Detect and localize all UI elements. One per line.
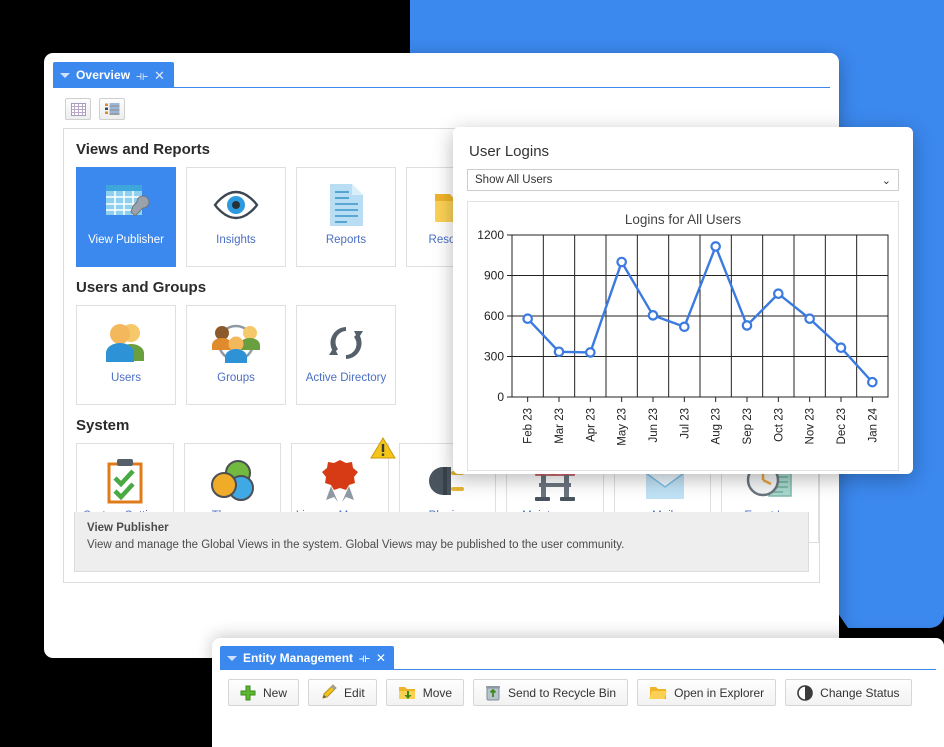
move-folder-icon <box>398 687 415 699</box>
svg-text:0: 0 <box>497 390 504 404</box>
svg-text:600: 600 <box>484 309 504 323</box>
tile-active-directory[interactable]: Active Directory <box>296 305 396 405</box>
description-title: View Publisher <box>87 522 169 534</box>
svg-text:Apr 23: Apr 23 <box>585 408 597 442</box>
eye-icon <box>212 179 260 231</box>
tab-overview[interactable]: Overview ⟛ ✕ <box>53 62 174 88</box>
warning-badge <box>369 436 396 465</box>
groups-icon <box>210 317 262 369</box>
tab-entity-management-label: Entity Management <box>243 651 354 665</box>
svg-text:Aug 23: Aug 23 <box>711 408 723 444</box>
svg-text:300: 300 <box>484 350 504 364</box>
description-panel: View Publisher View and manage the Globa… <box>74 512 809 572</box>
move-button[interactable]: Move <box>385 679 465 706</box>
tab-overview-label: Overview <box>76 68 131 82</box>
move-button-label: Move <box>422 685 453 700</box>
main-tabstrip: Overview ⟛ ✕ <box>53 62 830 88</box>
sync-arrows-icon <box>324 317 368 369</box>
tile-reports[interactable]: Reports <box>296 167 396 267</box>
list-icon <box>104 103 119 114</box>
svg-text:Mar 23: Mar 23 <box>554 408 566 444</box>
plus-green-icon <box>240 685 256 700</box>
tile-label: Groups <box>217 372 255 384</box>
screenshot-stage: Overview ⟛ ✕ Views and Reports View Publ… <box>0 0 944 747</box>
grid-view-button[interactable] <box>65 98 91 120</box>
tile-view-publisher[interactable]: View Publisher <box>76 167 176 267</box>
new-button-label: New <box>263 685 288 700</box>
caret-down-icon[interactable] <box>227 655 237 661</box>
pencil-icon <box>322 684 337 699</box>
entity-management-window: Entity Management ⟛ ✕ New Edit Move Send… <box>212 638 944 747</box>
svg-text:Jul 23: Jul 23 <box>679 408 691 439</box>
send-to-recycle-bin-button[interactable]: Send to Recycle Bin <box>473 679 629 706</box>
tile-label: Active Directory <box>305 372 387 384</box>
svg-text:Feb 23: Feb 23 <box>523 408 535 444</box>
folder-open-icon <box>649 687 668 699</box>
logins-chart-frame: Logins for All Users 0 300 600 900 1200 Feb 2… <box>467 201 899 471</box>
edit-button[interactable]: Edit <box>308 679 377 706</box>
color-circles-icon <box>207 455 257 507</box>
tile-label: Reports <box>325 234 367 246</box>
close-icon[interactable]: ✕ <box>376 651 386 665</box>
view-toggle-bar <box>53 88 830 128</box>
open-in-explorer-button[interactable]: Open in Explorer <box>637 679 777 706</box>
svg-text:Jun 23: Jun 23 <box>648 408 660 443</box>
change-status-button[interactable]: Change Status <box>785 679 912 706</box>
description-text: View and manage the Global Views in the … <box>87 539 625 551</box>
svg-text:Jan 24: Jan 24 <box>867 407 879 442</box>
user-filter-select[interactable]: Show All Users ⌄ <box>467 169 899 191</box>
svg-text:Nov 23: Nov 23 <box>805 408 817 444</box>
close-icon[interactable]: ✕ <box>154 69 165 82</box>
edit-button-label: Edit <box>344 685 365 700</box>
svg-text:900: 900 <box>484 269 504 283</box>
svg-text:1200: 1200 <box>477 229 504 242</box>
half-circle-icon <box>797 684 813 701</box>
change-status-button-label: Change Status <box>820 685 900 700</box>
caret-down-icon[interactable] <box>60 72 70 78</box>
tile-insights[interactable]: Insights <box>186 167 286 267</box>
logins-line-chart: 0 300 600 900 1200 Feb 23 Mar 23 Apr 23 May 23 Ju… <box>477 229 889 446</box>
pin-icon[interactable]: ⟛ <box>136 69 148 82</box>
tile-label: Insights <box>216 234 256 246</box>
entity-toolbar: New Edit Move Send to Recycle Bin Open i… <box>220 670 936 706</box>
svg-text:May 23: May 23 <box>617 408 629 446</box>
svg-text:Dec 23: Dec 23 <box>836 408 848 444</box>
list-view-button[interactable] <box>99 98 125 120</box>
trash-icon <box>486 686 501 701</box>
chevron-down-icon[interactable]: ⌄ <box>882 174 891 187</box>
svg-text:Oct 23: Oct 23 <box>773 408 785 442</box>
tile-label: Users <box>110 372 142 384</box>
tile-users[interactable]: Users <box>76 305 176 405</box>
tile-groups[interactable]: Groups <box>186 305 286 405</box>
clipboard-check-icon <box>105 455 145 507</box>
users-icon <box>101 317 151 369</box>
entity-tabstrip: Entity Management ⟛ ✕ <box>220 646 936 670</box>
user-logins-title: User Logins <box>469 143 550 160</box>
send-to-recycle-bin-button-label: Send to Recycle Bin <box>508 685 617 700</box>
chart-title: Logins for All Users <box>624 212 742 227</box>
tab-entity-management[interactable]: Entity Management ⟛ ✕ <box>220 646 394 670</box>
tile-label: View Publisher <box>88 234 164 246</box>
grid-icon <box>70 102 86 116</box>
award-ribbon-icon <box>318 455 362 507</box>
pin-icon[interactable]: ⟛ <box>359 651 370 666</box>
user-filter-value: Show All Users <box>475 174 553 186</box>
user-logins-panel: User Logins Show All Users ⌄ Logins for … <box>453 127 913 474</box>
view-publisher-icon <box>103 179 149 231</box>
open-in-explorer-button-label: Open in Explorer <box>674 685 765 700</box>
svg-text:Sep 23: Sep 23 <box>742 408 754 444</box>
document-icon <box>327 179 365 231</box>
new-button[interactable]: New <box>228 679 300 706</box>
